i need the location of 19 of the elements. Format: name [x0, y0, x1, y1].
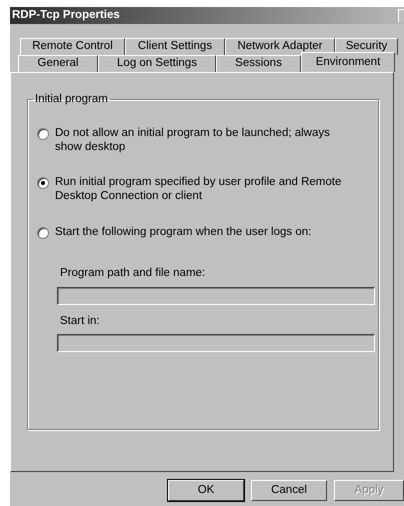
tab[interactable]: Client Settings [125, 38, 225, 55]
field-label: Start in: [60, 314, 101, 328]
tab[interactable]: General [18, 55, 98, 72]
tab[interactable]: Log on Settings [98, 55, 216, 72]
field-label: Program path and file name: [60, 266, 206, 281]
tab[interactable]: Remote Control [20, 38, 125, 55]
tab[interactable]: Network Adapter [225, 38, 335, 55]
group-title: Initial program [34, 93, 109, 107]
radio-button[interactable] [37, 128, 49, 140]
radio-button[interactable] [37, 177, 49, 190]
window-title: RDP-Tcp Properties [12, 8, 120, 22]
tab[interactable]: Sessions [216, 55, 301, 72]
option-label: Do not allow an initial program to be launched; always show desktop [55, 126, 331, 154]
dialog-button[interactable]: OK [168, 480, 244, 501]
dialog-button[interactable]: Cancel [251, 480, 327, 501]
tab[interactable]: Environment [301, 52, 395, 72]
option-label: Start the following program when the user logs on: [55, 226, 312, 240]
option-label: Run initial program specified by user profile and Remote Desktop Connection or client [55, 176, 342, 204]
radio-button[interactable] [37, 226, 49, 239]
